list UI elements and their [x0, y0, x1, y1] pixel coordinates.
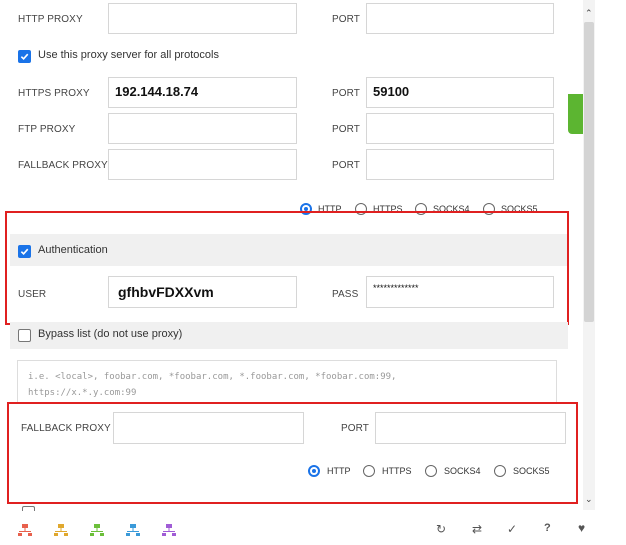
ftp-port-input[interactable]: [366, 113, 554, 144]
scroll-up-arrow-icon[interactable]: ⌃: [585, 8, 593, 19]
bypass-checkbox[interactable]: [18, 329, 31, 342]
ftp-port-label: PORT: [332, 124, 360, 135]
https-port-label: PORT: [332, 88, 360, 99]
https-proxy-label: HTTPS PROXY: [18, 88, 90, 99]
ftp-proxy-label: FTP PROXY: [18, 124, 76, 135]
fallback-proxy-label: FALLBACK PROXY: [18, 160, 108, 171]
fallback-port-input[interactable]: [366, 149, 554, 180]
bypass-placeholder-line-1: i.e. <local>, foobar.com, *foobar.com, *…: [28, 372, 397, 382]
swap-icon[interactable]: ⇄: [472, 522, 482, 536]
highlight-box-auth: [5, 211, 569, 325]
refresh-icon[interactable]: ↻: [436, 522, 446, 536]
network-blue-icon[interactable]: [126, 524, 140, 536]
network-purple-icon[interactable]: [162, 524, 176, 536]
http-port-label: PORT: [332, 14, 360, 25]
help-icon[interactable]: ?: [544, 522, 551, 534]
http-proxy-label: HTTP PROXY: [18, 14, 83, 25]
check-icon: [20, 53, 29, 61]
heart-icon[interactable]: ♥: [578, 521, 585, 535]
ftp-proxy-input[interactable]: [108, 113, 297, 144]
use-for-all-checkbox[interactable]: [18, 50, 31, 63]
background-green-tab: [568, 94, 583, 134]
bypass-placeholder-line-2: https://x.*.y.com:99: [28, 388, 137, 398]
network-green-icon[interactable]: [90, 524, 104, 536]
network-red-icon[interactable]: [18, 524, 32, 536]
highlight-box-fallback: [7, 402, 578, 504]
http-proxy-input[interactable]: [108, 3, 297, 34]
fallback-proxy-input[interactable]: [108, 149, 297, 180]
bypass-label: Bypass list (do not use proxy): [38, 328, 183, 340]
https-port-input[interactable]: 59100: [366, 77, 554, 108]
scroll-down-arrow-icon[interactable]: ⌄: [585, 494, 593, 505]
https-proxy-input[interactable]: 192.144.18.74: [108, 77, 297, 108]
network-yellow-icon[interactable]: [54, 524, 68, 536]
fallback-port-label: PORT: [332, 160, 360, 171]
http-port-input[interactable]: [366, 3, 554, 34]
check-icon[interactable]: ✓: [507, 522, 517, 536]
scrollbar-thumb[interactable]: [584, 22, 594, 322]
use-for-all-label: Use this proxy server for all protocols: [38, 49, 219, 61]
